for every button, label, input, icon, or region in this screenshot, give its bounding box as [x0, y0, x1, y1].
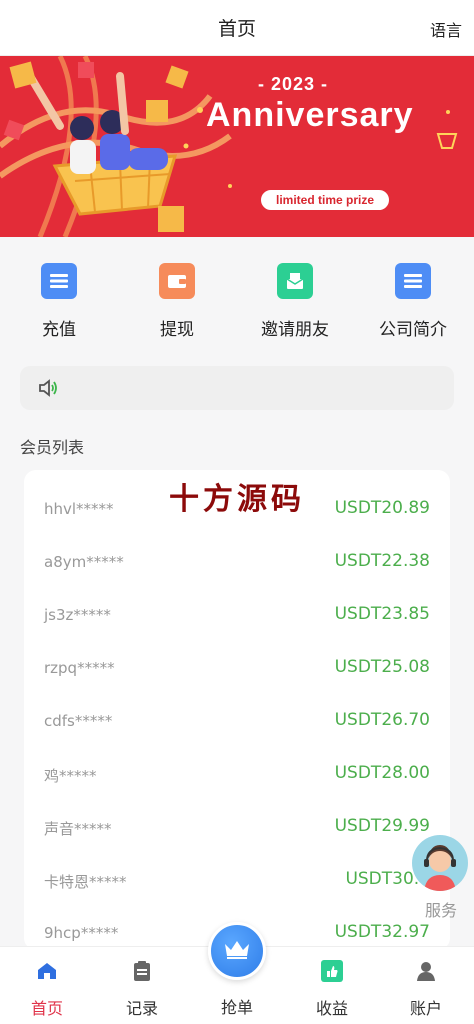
anniversary-banner[interactable]: - 2023 - Anniversary limited time prize — [0, 56, 474, 237]
banner-year: - 2023 - — [258, 74, 329, 94]
tab-earnings-label: 收益 — [315, 999, 348, 1018]
member-name: rzpq***** — [44, 659, 115, 677]
member-name: 声音***** — [44, 820, 112, 838]
recharge-label: 充值 — [42, 320, 76, 340]
notice-bar[interactable] — [20, 366, 454, 410]
clipboard-icon — [102, 959, 182, 983]
list-item: 鸡***** USDT28.00 — [24, 735, 450, 788]
customer-service-button[interactable]: 服务 — [412, 835, 470, 921]
service-agent-icon — [412, 835, 468, 891]
tab-records-label: 记录 — [125, 999, 158, 1018]
banner-tag: limited time prize — [261, 190, 389, 210]
list-item: 卡特恩***** USDT30.0 — [24, 841, 450, 894]
member-amount: USDT26.70 — [334, 710, 430, 730]
tab-home-label: 首页 — [30, 999, 63, 1018]
recharge-icon — [41, 263, 77, 299]
home-icon — [7, 959, 87, 983]
speaker-icon — [38, 378, 60, 402]
member-amount: USDT25.08 — [334, 657, 430, 677]
member-name: js3z***** — [44, 606, 111, 624]
recharge-button[interactable]: 充值 — [4, 263, 114, 340]
grab-order-button[interactable] — [208, 922, 266, 980]
company-icon — [395, 263, 431, 299]
tab-records[interactable]: 记录 — [102, 959, 182, 1019]
member-amount: USDT32.97 — [334, 922, 430, 942]
member-amount: USDT28.00 — [334, 763, 430, 783]
list-item: rzpq***** USDT25.08 — [24, 629, 450, 682]
invite-icon — [277, 263, 313, 299]
banner-headline: Anniversary — [206, 96, 414, 134]
user-icon — [386, 959, 466, 983]
invite-friends-label: 邀请朋友 — [261, 320, 329, 340]
member-amount: USDT29.99 — [334, 816, 430, 836]
list-item: a8ym***** USDT22.38 — [24, 523, 450, 576]
tab-account-label: 账户 — [409, 999, 442, 1018]
member-list[interactable]: 十方源码 hhvl***** USDT20.89 a8ym***** USDT2… — [24, 470, 450, 950]
tab-account[interactable]: 账户 — [386, 959, 466, 1019]
invite-friends-button[interactable]: 邀请朋友 — [240, 263, 350, 340]
service-label: 服务 — [424, 901, 457, 920]
member-amount: USDT23.85 — [334, 604, 430, 624]
wallet-icon — [159, 263, 195, 299]
crown-icon — [223, 938, 251, 964]
list-item: hhvl***** USDT20.89 — [24, 470, 450, 523]
member-name: 卡特恩***** — [44, 873, 127, 891]
member-amount: USDT22.38 — [334, 551, 430, 571]
company-profile-label: 公司简介 — [379, 320, 447, 340]
member-list-title: 会员列表 — [20, 438, 85, 457]
app-header: 首页 语言 — [0, 0, 474, 56]
list-item: cdfs***** USDT26.70 — [24, 682, 450, 735]
quick-actions: 充值 提现 邀请朋友 公司简介 — [0, 237, 474, 347]
page-title: 首页 — [217, 18, 256, 40]
member-name: 9hcp***** — [44, 924, 119, 942]
list-item: js3z***** USDT23.85 — [24, 576, 450, 629]
banner-illustration — [0, 56, 458, 237]
tab-home[interactable]: 首页 — [7, 959, 87, 1019]
tab-grab-label: 抢单 — [220, 998, 253, 1017]
member-name: 鸡***** — [44, 767, 97, 785]
member-name: hhvl***** — [44, 500, 114, 518]
member-amount: USDT20.89 — [334, 498, 430, 518]
withdraw-label: 提现 — [160, 320, 194, 340]
tab-earnings[interactable]: 收益 — [292, 959, 372, 1019]
list-item: 声音***** USDT29.99 — [24, 788, 450, 841]
company-profile-button[interactable]: 公司简介 — [358, 263, 468, 340]
thumbs-up-icon — [292, 959, 372, 983]
member-name: a8ym***** — [44, 553, 124, 571]
language-button[interactable]: 语言 — [430, 17, 462, 41]
withdraw-button[interactable]: 提现 — [122, 263, 232, 340]
member-name: cdfs***** — [44, 712, 113, 730]
